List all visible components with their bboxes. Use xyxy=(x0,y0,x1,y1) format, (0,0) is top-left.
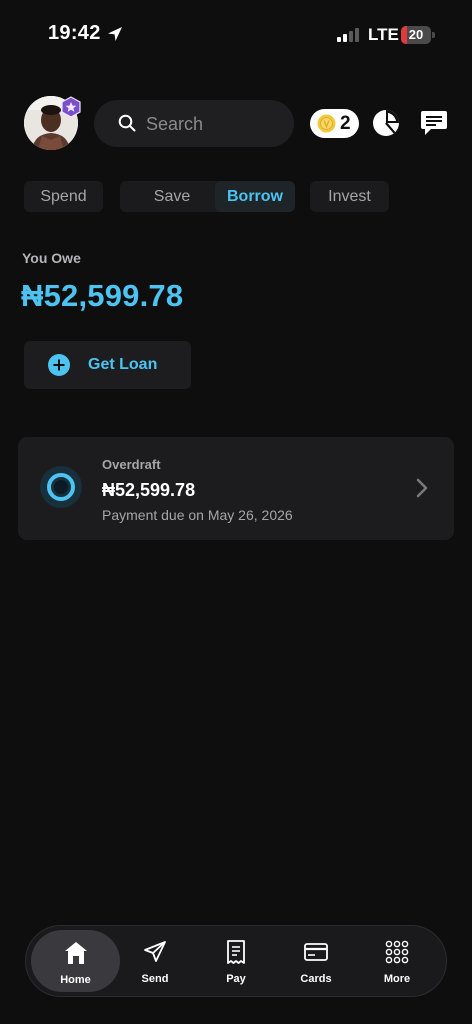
nav-more[interactable]: More xyxy=(357,926,437,996)
send-icon xyxy=(144,941,166,962)
status-bar: 19:42 LTE 20 xyxy=(0,0,472,70)
tab-spend[interactable]: Spend xyxy=(24,181,103,212)
get-loan-button[interactable]: Get Loan xyxy=(24,341,191,389)
tab-save[interactable]: Save xyxy=(120,181,224,212)
coins-button[interactable]: 2 xyxy=(310,109,359,138)
nav-cards-label: Cards xyxy=(300,973,332,985)
chart-icon[interactable] xyxy=(371,108,401,138)
overdraft-icon xyxy=(40,466,82,508)
coins-count: 2 xyxy=(340,113,351,134)
battery-cap xyxy=(432,32,435,38)
receipt-icon xyxy=(227,940,245,964)
chevron-right-icon xyxy=(416,478,428,498)
tab-borrow[interactable]: Borrow xyxy=(215,181,295,212)
nav-pay-label: Pay xyxy=(226,973,246,985)
location-arrow-icon xyxy=(108,27,122,41)
tab-invest[interactable]: Invest xyxy=(310,181,389,212)
coin-icon xyxy=(317,114,336,133)
chat-icon[interactable] xyxy=(419,108,449,138)
battery-level: 20 xyxy=(408,27,424,42)
search-input[interactable]: Search xyxy=(94,100,294,147)
nav-send-label: Send xyxy=(141,973,169,985)
plus-circle-icon xyxy=(48,354,70,376)
home-icon xyxy=(64,942,87,964)
battery-body: 20 xyxy=(401,26,431,44)
loan-card-due-date: Payment due on May 26, 2026 xyxy=(102,507,293,523)
nav-home[interactable]: Home xyxy=(31,930,120,992)
owe-amount: ₦52,599.78 xyxy=(21,278,184,313)
battery-indicator: 20 xyxy=(401,26,435,44)
cellular-signal-icon xyxy=(337,28,359,42)
avatar-badge-icon xyxy=(61,96,81,118)
loan-card-amount: ₦52,599.78 xyxy=(102,480,196,500)
nav-pay[interactable]: Pay xyxy=(196,926,276,996)
nav-send[interactable]: Send xyxy=(115,926,195,996)
search-icon xyxy=(118,114,136,132)
grid-icon xyxy=(385,940,409,964)
search-placeholder: Search xyxy=(146,114,204,134)
network-type: LTE xyxy=(368,25,399,44)
overdraft-card[interactable]: Overdraft ₦52,599.78 Payment due on May … xyxy=(18,437,454,540)
nav-home-label: Home xyxy=(60,974,91,986)
nav-cards[interactable]: Cards xyxy=(276,926,356,996)
status-time: 19:42 xyxy=(48,22,101,44)
bottom-nav: Home Send Pay Cards More xyxy=(25,925,447,997)
loan-card-title: Overdraft xyxy=(102,457,161,472)
owe-label: You Owe xyxy=(22,250,81,266)
card-icon xyxy=(304,943,328,961)
nav-more-label: More xyxy=(383,973,411,985)
get-loan-label: Get Loan xyxy=(88,356,158,373)
